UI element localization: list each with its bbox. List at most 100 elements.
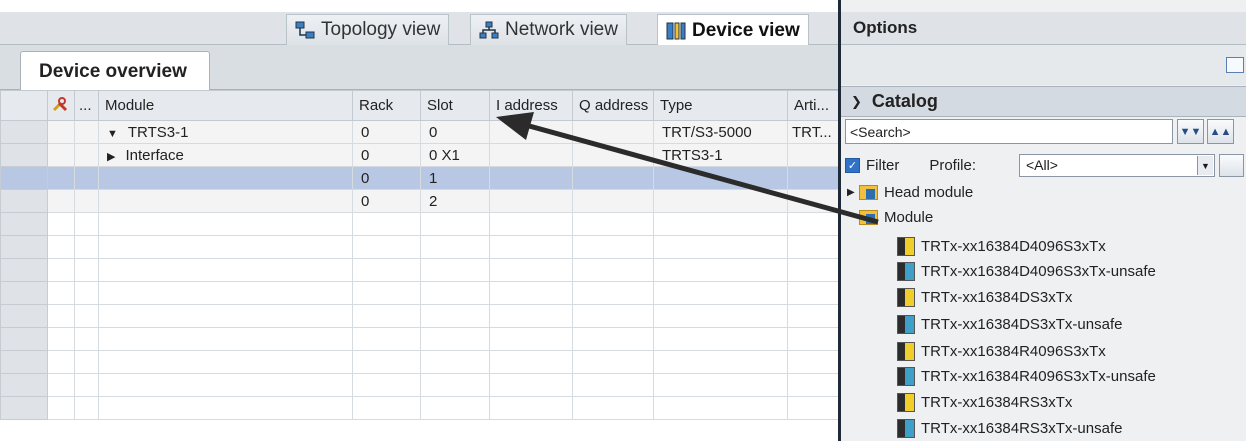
empty-cell[interactable]: [489, 373, 573, 397]
empty-cell[interactable]: [98, 212, 353, 236]
empty-cell[interactable]: [572, 304, 654, 328]
column-header-status[interactable]: [47, 90, 75, 121]
empty-cell[interactable]: [489, 235, 573, 259]
type-cell[interactable]: TRT/S3-5000: [653, 120, 788, 144]
tree-folder-head-module[interactable]: ▶ Head module: [847, 180, 973, 204]
rack-cell[interactable]: 0: [352, 143, 421, 167]
empty-row[interactable]: [0, 373, 839, 397]
column-header-rack[interactable]: Rack: [352, 90, 421, 121]
empty-cell[interactable]: [489, 281, 573, 305]
empty-cell[interactable]: [352, 304, 421, 328]
row-header[interactable]: [0, 350, 48, 374]
search-up-button[interactable]: ▲▲: [1207, 119, 1234, 144]
empty-cell[interactable]: [489, 304, 573, 328]
column-header-type[interactable]: Type: [653, 90, 788, 121]
row-header[interactable]: [0, 120, 48, 144]
q-address-cell[interactable]: [572, 166, 654, 190]
empty-cell[interactable]: [787, 396, 839, 420]
column-header-i-address[interactable]: I address: [489, 90, 573, 121]
catalog-module-item[interactable]: TRTx-xx16384DS3xTx-unsafe: [897, 312, 1122, 336]
empty-cell[interactable]: [653, 350, 788, 374]
empty-cell[interactable]: [653, 258, 788, 282]
empty-cell[interactable]: [787, 373, 839, 397]
empty-cell[interactable]: [653, 212, 788, 236]
empty-cell[interactable]: [420, 396, 490, 420]
empty-cell[interactable]: [572, 327, 654, 351]
q-address-cell[interactable]: [572, 143, 654, 167]
empty-cell[interactable]: [787, 304, 839, 328]
empty-cell[interactable]: [489, 396, 573, 420]
row-header[interactable]: [0, 212, 48, 236]
tab-device-overview[interactable]: Device overview: [20, 51, 210, 91]
catalog-section-header[interactable]: ❯ Catalog: [841, 86, 1246, 117]
empty-row[interactable]: [0, 258, 839, 282]
i-address-cell[interactable]: [489, 166, 573, 190]
q-address-cell[interactable]: [572, 120, 654, 144]
empty-cell[interactable]: [572, 373, 654, 397]
empty-cell[interactable]: [98, 304, 353, 328]
empty-cell[interactable]: [572, 212, 654, 236]
empty-row[interactable]: [0, 235, 839, 259]
catalog-module-item[interactable]: TRTx-xx16384R4096S3xTx: [897, 339, 1106, 363]
type-cell[interactable]: TRTS3-1: [653, 143, 788, 167]
catalog-module-item[interactable]: TRTx-xx16384D4096S3xTx-unsafe: [897, 259, 1156, 283]
empty-cell[interactable]: [352, 350, 421, 374]
empty-cell[interactable]: [653, 396, 788, 420]
empty-cell[interactable]: [787, 258, 839, 282]
empty-row[interactable]: [0, 304, 839, 328]
empty-cell[interactable]: [787, 235, 839, 259]
column-header-more[interactable]: ...: [74, 90, 99, 121]
table-row[interactable]: ▶ Interface 0 0 X1 TRTS3-1: [0, 143, 839, 167]
row-header[interactable]: [0, 166, 48, 190]
profile-dropdown-arrow-icon[interactable]: ▼: [1197, 156, 1213, 175]
article-cell[interactable]: [787, 166, 839, 190]
row-header[interactable]: [0, 258, 48, 282]
empty-cell[interactable]: [352, 373, 421, 397]
empty-cell[interactable]: [352, 258, 421, 282]
empty-cell[interactable]: [98, 327, 353, 351]
row-header[interactable]: [0, 373, 48, 397]
empty-cell[interactable]: [98, 281, 353, 305]
profile-select[interactable]: <All>: [1019, 154, 1215, 177]
catalog-module-item[interactable]: TRTx-xx16384DS3xTx: [897, 285, 1072, 309]
empty-cell[interactable]: [420, 258, 490, 282]
search-down-button[interactable]: ▼▼: [1177, 119, 1204, 144]
i-address-cell[interactable]: [489, 189, 573, 213]
empty-cell[interactable]: [420, 327, 490, 351]
empty-cell[interactable]: [787, 350, 839, 374]
tab-topology-view[interactable]: Topology view: [286, 14, 450, 45]
empty-cell[interactable]: [98, 235, 353, 259]
catalog-search-input[interactable]: [845, 119, 1173, 144]
module-cell[interactable]: ▶ Interface: [98, 143, 353, 167]
empty-cell[interactable]: [352, 396, 421, 420]
row-header[interactable]: [0, 396, 48, 420]
expanded-caret-icon[interactable]: ▼: [107, 128, 118, 140]
empty-cell[interactable]: [787, 327, 839, 351]
empty-cell[interactable]: [787, 281, 839, 305]
rack-cell[interactable]: 0: [352, 166, 421, 190]
empty-cell[interactable]: [489, 350, 573, 374]
row-header[interactable]: [0, 304, 48, 328]
empty-cell[interactable]: [572, 235, 654, 259]
empty-cell[interactable]: [572, 396, 654, 420]
rack-cell[interactable]: 0: [352, 120, 421, 144]
empty-cell[interactable]: [98, 350, 353, 374]
slot-cell[interactable]: 0 X1: [420, 143, 490, 167]
empty-row[interactable]: [0, 396, 839, 420]
row-header[interactable]: [0, 281, 48, 305]
empty-cell[interactable]: [653, 327, 788, 351]
article-cell[interactable]: [787, 189, 839, 213]
collapsed-caret-icon[interactable]: ▶: [107, 150, 115, 163]
empty-cell[interactable]: [352, 235, 421, 259]
empty-cell[interactable]: [98, 396, 353, 420]
type-cell[interactable]: [653, 189, 788, 213]
catalog-module-item[interactable]: TRTx-xx16384R4096S3xTx-unsafe: [897, 364, 1156, 388]
empty-cell[interactable]: [420, 281, 490, 305]
empty-cell[interactable]: [352, 327, 421, 351]
empty-row[interactable]: [0, 327, 839, 351]
empty-cell[interactable]: [653, 373, 788, 397]
empty-cell[interactable]: [420, 304, 490, 328]
empty-row[interactable]: [0, 212, 839, 236]
column-header-module[interactable]: Module: [98, 90, 353, 121]
empty-cell[interactable]: [420, 373, 490, 397]
